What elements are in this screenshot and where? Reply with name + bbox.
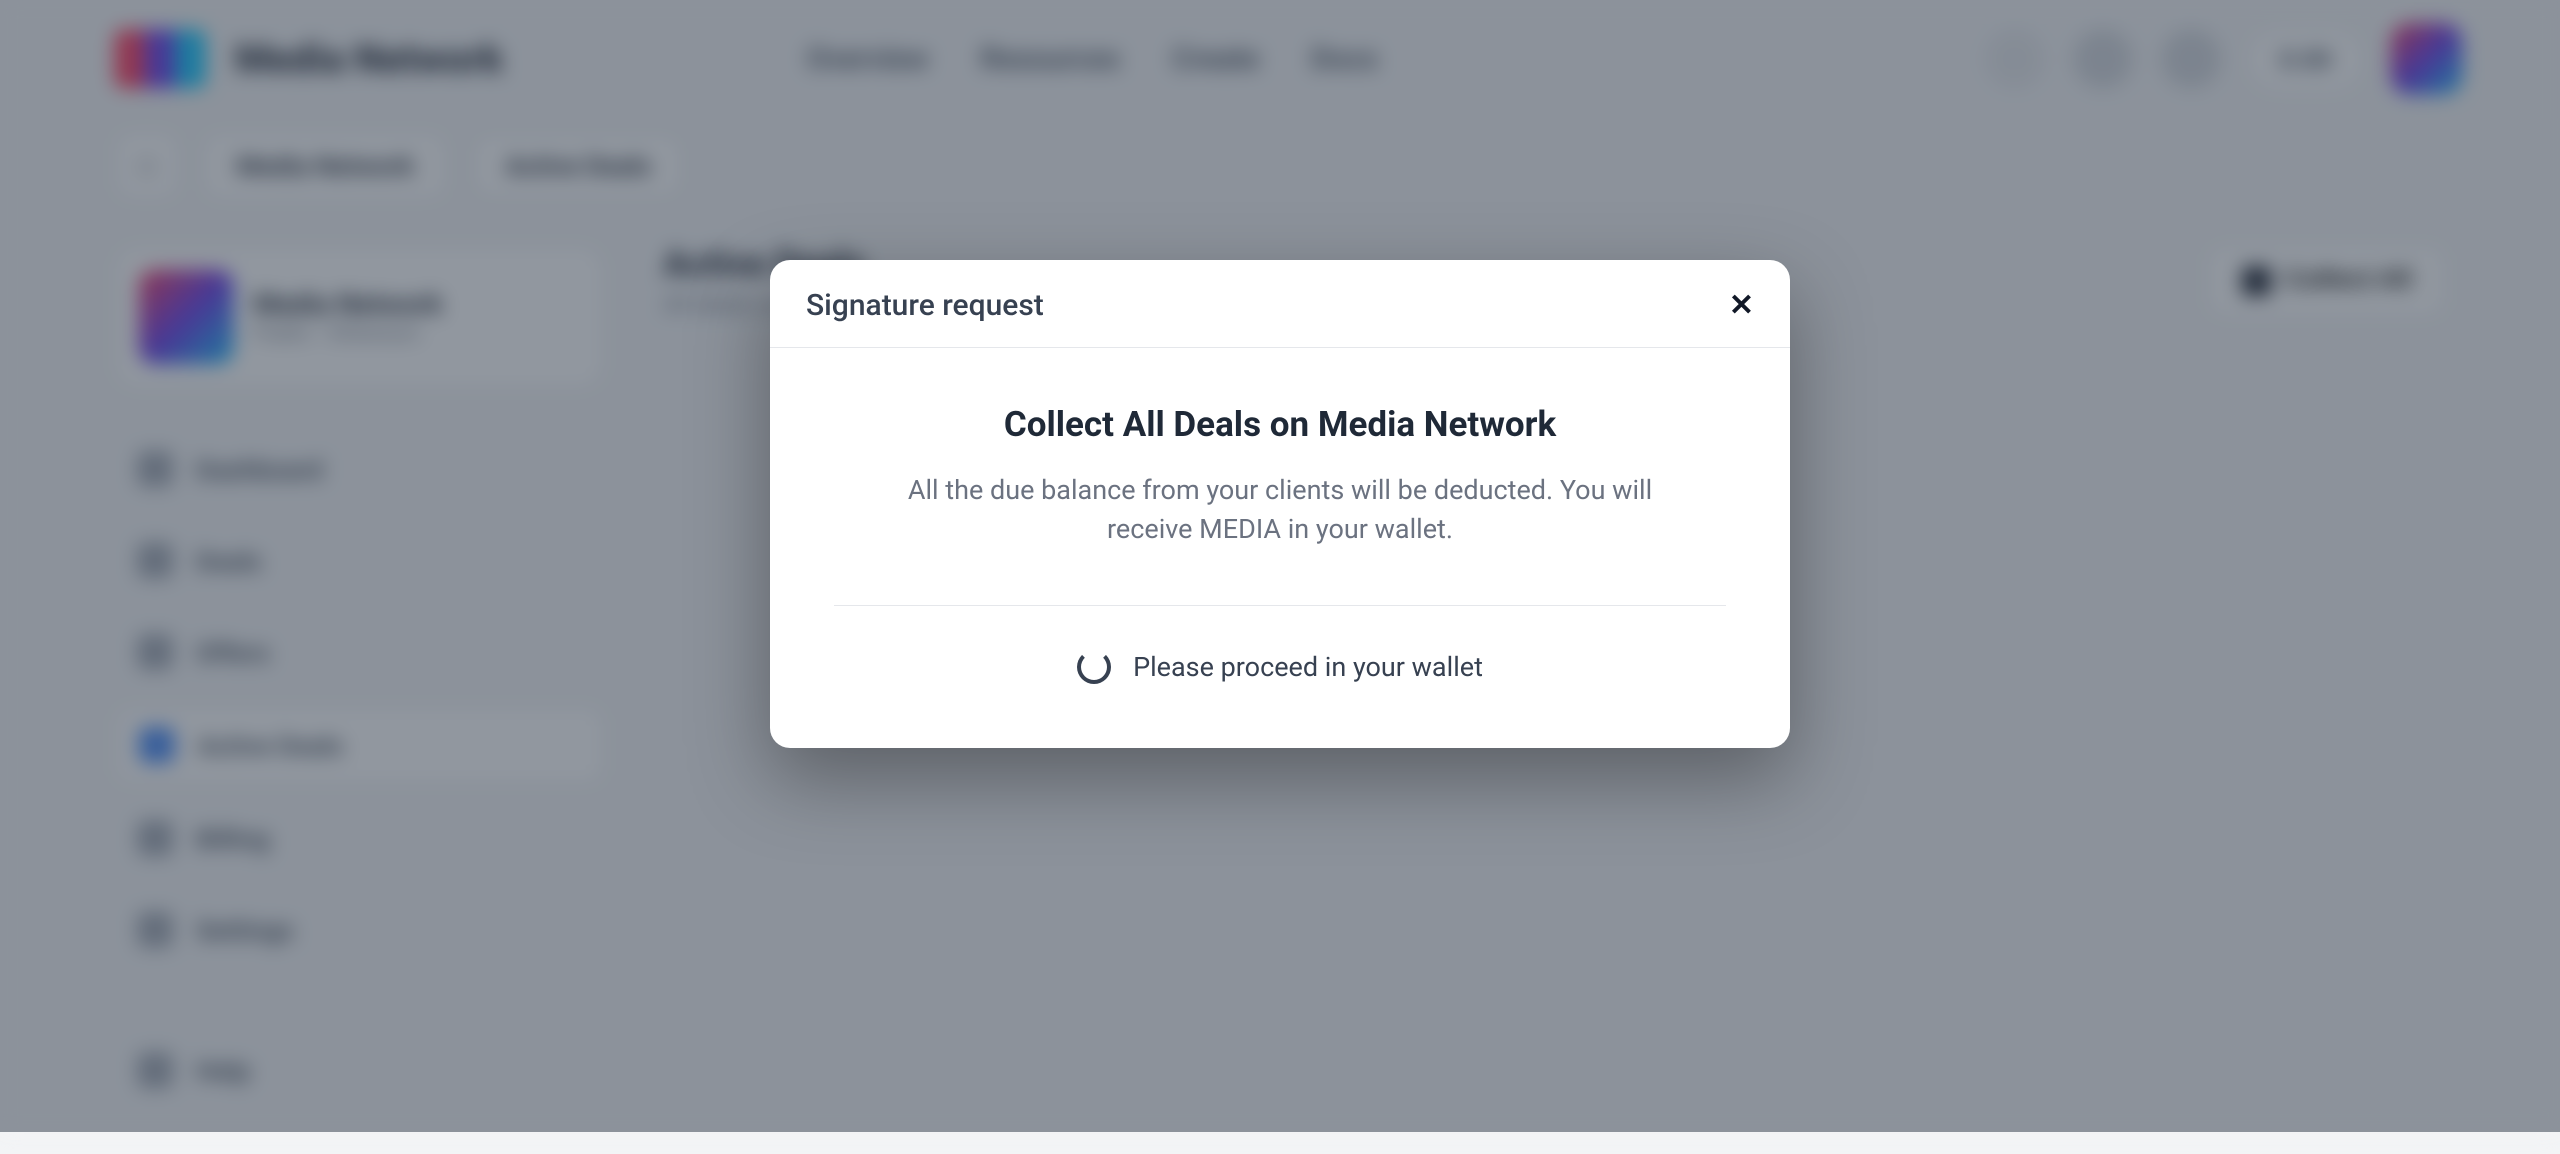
modal-description: All the due balance from your clients wi… [870,471,1690,549]
modal-close-button[interactable]: ✕ [1729,291,1754,321]
modal-overlay: Signature request ✕ Collect All Deals on… [0,0,2560,1132]
modal-divider [834,605,1726,606]
modal-title: Signature request [806,288,1044,323]
signature-request-modal: Signature request ✕ Collect All Deals on… [770,260,1790,748]
modal-header: Signature request ✕ [770,260,1790,348]
spinner-icon [1077,650,1111,684]
modal-wallet-text: Please proceed in your wallet [1133,651,1483,683]
modal-wallet-prompt: Please proceed in your wallet [834,650,1726,684]
close-icon: ✕ [1729,289,1754,322]
modal-heading: Collect All Deals on Media Network [834,404,1726,445]
modal-body: Collect All Deals on Media Network All t… [770,348,1790,748]
